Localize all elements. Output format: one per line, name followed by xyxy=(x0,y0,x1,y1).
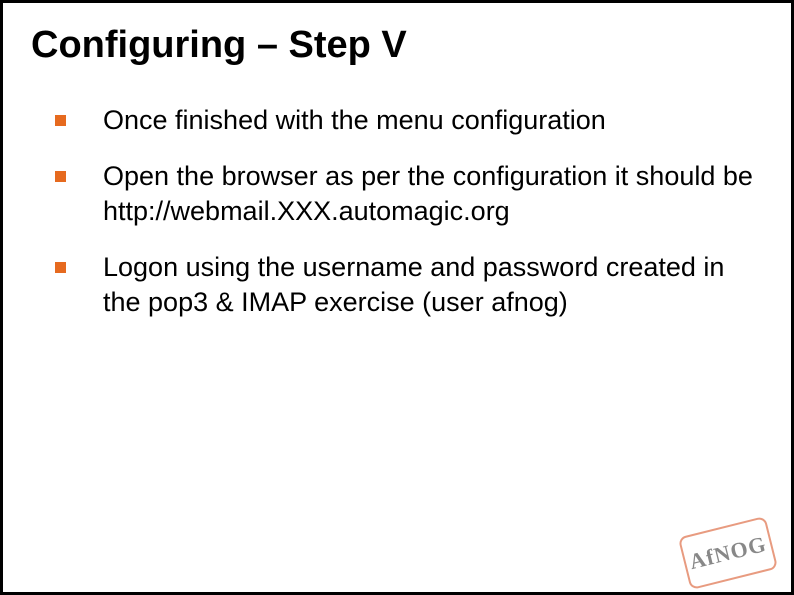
slide-title: Configuring – Step V xyxy=(31,25,763,67)
bullet-text: Logon using the username and password cr… xyxy=(103,252,724,317)
bullet-item: Open the browser as per the configuratio… xyxy=(55,159,763,228)
bullet-item: Once finished with the menu configuratio… xyxy=(55,103,763,138)
stamp-border-icon xyxy=(678,516,778,590)
slide-frame: Configuring – Step V Once finished with … xyxy=(0,0,794,595)
stamp-text: AfNOG xyxy=(678,516,778,590)
bullet-list: Once finished with the menu configuratio… xyxy=(55,103,763,320)
square-bullet-icon xyxy=(55,171,66,182)
bullet-text: Open the browser as per the configuratio… xyxy=(103,161,753,226)
bullet-item: Logon using the username and password cr… xyxy=(55,250,763,319)
afnog-stamp: AfNOG xyxy=(678,516,778,590)
square-bullet-icon xyxy=(55,115,66,126)
square-bullet-icon xyxy=(55,262,66,273)
bullet-text: Once finished with the menu configuratio… xyxy=(103,105,606,135)
